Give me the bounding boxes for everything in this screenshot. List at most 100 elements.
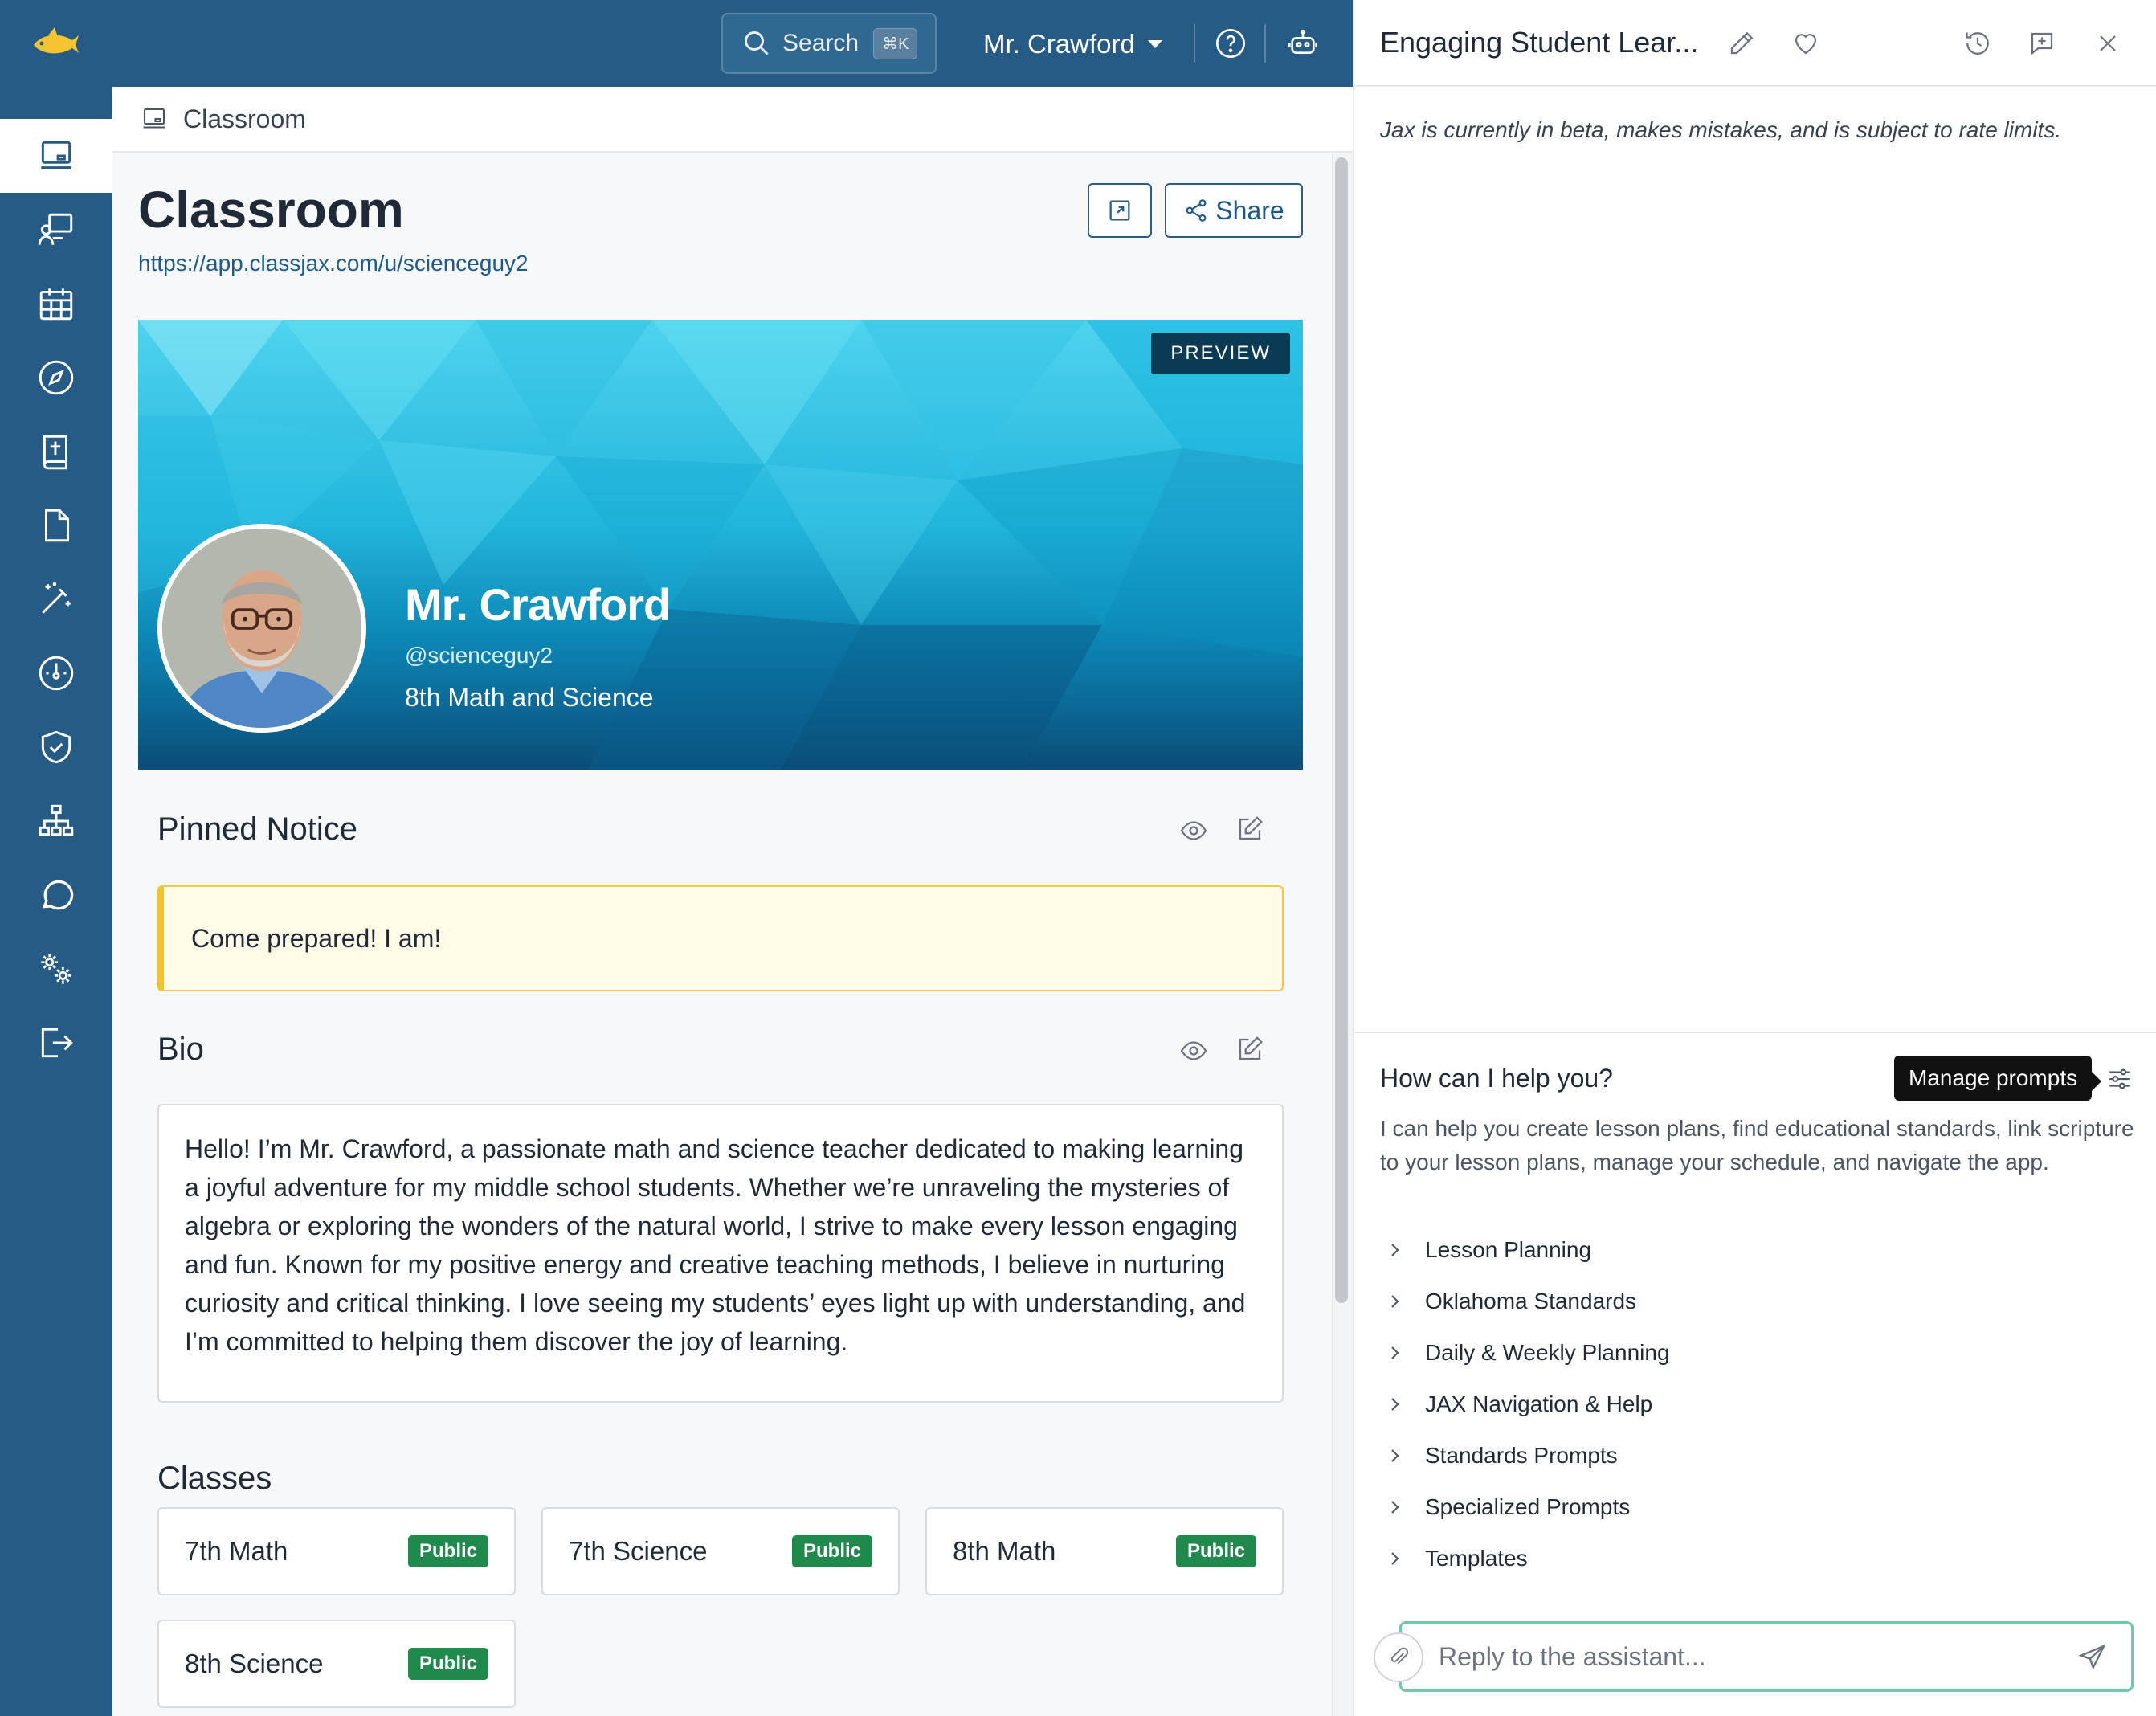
- conversation-title: Engaging Student Lear...: [1380, 26, 1699, 59]
- sliders-icon[interactable]: [2106, 1065, 2134, 1093]
- search-icon: [745, 31, 769, 55]
- edit-icon[interactable]: [1235, 1035, 1264, 1064]
- sidebar-item-ai-tools[interactable]: [0, 562, 112, 636]
- topbar-divider: [1194, 24, 1195, 63]
- prompt-category-lesson-planning[interactable]: Lesson Planning: [1385, 1232, 1591, 1268]
- help-title: How can I help you?: [1380, 1064, 1613, 1093]
- profile-name: Mr. Crawford: [405, 579, 671, 630]
- prompt-category-label: Templates: [1425, 1546, 1528, 1571]
- page-title: Classroom: [138, 181, 404, 239]
- profile-banner: PREVIEW Mr. Crawford @scienceguy2 8th Ma…: [138, 320, 1303, 770]
- pencil-icon[interactable]: [1727, 29, 1756, 58]
- sidebar-item-chat[interactable]: [0, 858, 112, 932]
- prompt-category-jax-navigation[interactable]: JAX Navigation & Help: [1385, 1387, 1652, 1422]
- eye-icon[interactable]: [1179, 1036, 1208, 1065]
- sidebar-item-calendar[interactable]: [0, 267, 112, 341]
- user-menu[interactable]: Mr. Crawford: [983, 24, 1162, 64]
- sidebar-item-explore[interactable]: [0, 341, 112, 415]
- prompt-category-label: JAX Navigation & Help: [1425, 1391, 1653, 1416]
- history-icon[interactable]: [1963, 29, 1992, 58]
- monitor-icon: [143, 108, 165, 129]
- pinned-notice-title: Pinned Notice: [157, 811, 358, 847]
- class-card[interactable]: 8th Math Public: [925, 1507, 1284, 1595]
- robot-icon[interactable]: [1287, 27, 1319, 59]
- heart-icon[interactable]: [1791, 29, 1820, 58]
- class-card[interactable]: 8th Science Public: [157, 1620, 516, 1708]
- help-circle-icon[interactable]: [1215, 27, 1247, 59]
- prompt-category-standards-prompts[interactable]: Standards Prompts: [1385, 1438, 1618, 1473]
- new-chat-icon[interactable]: [2027, 29, 2056, 58]
- share-icon: [1186, 199, 1207, 222]
- search-button[interactable]: Search ⌘K: [721, 13, 937, 74]
- send-icon[interactable]: [2077, 1642, 2108, 1673]
- sidebar-item-teacher[interactable]: [0, 193, 112, 267]
- prompt-category-label: Lesson Planning: [1425, 1237, 1592, 1262]
- chevron-down-icon: [1147, 40, 1162, 48]
- main-scrollbar-thumb[interactable]: [1335, 157, 1348, 1303]
- class-name: 7th Math: [185, 1536, 288, 1566]
- breadcrumb: Classroom: [112, 87, 1353, 153]
- chevron-right-icon: [1391, 1501, 1399, 1514]
- sitemap-icon: [39, 804, 74, 836]
- sign-out-icon: [41, 1028, 73, 1058]
- preview-badge: PREVIEW: [1151, 333, 1290, 374]
- beta-notice: Jax is currently in beta, makes mistakes…: [1380, 117, 2062, 142]
- class-card[interactable]: 7th Math Public: [157, 1507, 516, 1595]
- sidebar-item-sign-out[interactable]: [0, 1006, 112, 1080]
- help-description: I can help you create lesson plans, find…: [1380, 1116, 2134, 1175]
- assistant-panel: Engaging Student Lear... Jax is currentl…: [1353, 0, 2156, 1716]
- assistant-header: Engaging Student Lear...: [1354, 0, 2156, 87]
- search-label: Search: [782, 30, 860, 56]
- prompt-category-label: Daily & Weekly Planning: [1425, 1340, 1670, 1365]
- prompt-category-label: Specialized Prompts: [1425, 1494, 1631, 1519]
- chevron-right-icon: [1391, 1552, 1399, 1565]
- sidebar-item-dashboard[interactable]: [0, 636, 112, 710]
- class-card[interactable]: 7th Science Public: [541, 1507, 900, 1595]
- classes-title: Classes: [157, 1461, 272, 1496]
- edit-icon[interactable]: [1235, 815, 1264, 844]
- prompt-category-daily-weekly[interactable]: Daily & Weekly Planning: [1385, 1335, 1670, 1371]
- breadcrumb-label[interactable]: Classroom: [183, 104, 306, 134]
- chevron-right-icon: [1391, 1449, 1399, 1462]
- pinned-notice-text: Come prepared! I am!: [191, 923, 442, 953]
- prompt-category-templates[interactable]: Templates: [1385, 1541, 1528, 1576]
- prompt-category-oklahoma-standards[interactable]: Oklahoma Standards: [1385, 1284, 1636, 1319]
- chevron-right-icon: [1391, 1244, 1399, 1256]
- document-icon: [45, 509, 70, 542]
- sidebar: [0, 87, 112, 1716]
- prompt-category-specialized[interactable]: Specialized Prompts: [1385, 1489, 1630, 1525]
- sidebar-item-bible[interactable]: [0, 415, 112, 488]
- sidebar-item-classroom[interactable]: [0, 119, 112, 193]
- sidebar-item-security[interactable]: [0, 710, 112, 784]
- sidebar-item-organization[interactable]: [0, 784, 112, 858]
- bio-text: Hello! I’m Mr. Crawford, a passionate ma…: [157, 1104, 1284, 1403]
- sidebar-item-settings[interactable]: [0, 932, 112, 1006]
- share-button[interactable]: Share: [1165, 183, 1303, 238]
- open-external-button[interactable]: [1088, 183, 1152, 238]
- user-name: Mr. Crawford: [983, 29, 1135, 59]
- class-name: 8th Math: [953, 1536, 1056, 1566]
- sidebar-item-documents[interactable]: [0, 488, 112, 562]
- visibility-badge: Public: [407, 1648, 488, 1680]
- presentation-icon: [38, 213, 73, 245]
- reply-input[interactable]: Reply to the assistant...: [1399, 1621, 2134, 1692]
- calendar-icon: [39, 288, 73, 321]
- attach-button[interactable]: [1374, 1632, 1423, 1682]
- compass-icon: [39, 360, 74, 395]
- main-content: Classroom https://app.classjax.com/u/sci…: [112, 153, 1332, 1716]
- close-icon[interactable]: [2093, 29, 2122, 58]
- prompt-category-label: Standards Prompts: [1425, 1443, 1618, 1468]
- manage-prompts-tooltip: Manage prompts: [1894, 1056, 2102, 1101]
- paperclip-icon: [1390, 1647, 1409, 1665]
- search-shortcut: ⌘K: [873, 27, 918, 59]
- chevron-right-icon: [1391, 1398, 1399, 1411]
- classroom-url-link[interactable]: https://app.classjax.com/u/scienceguy2: [138, 251, 529, 276]
- chevron-right-icon: [1391, 1295, 1399, 1308]
- eye-icon[interactable]: [1179, 816, 1208, 845]
- topbar-divider: [1264, 24, 1266, 63]
- chevron-right-icon: [1391, 1346, 1399, 1359]
- class-name: 7th Science: [569, 1536, 708, 1566]
- magic-wand-icon: [42, 582, 71, 614]
- top-bar: Search ⌘K Mr. Crawford: [0, 0, 1353, 87]
- app-logo-icon[interactable]: [31, 24, 80, 64]
